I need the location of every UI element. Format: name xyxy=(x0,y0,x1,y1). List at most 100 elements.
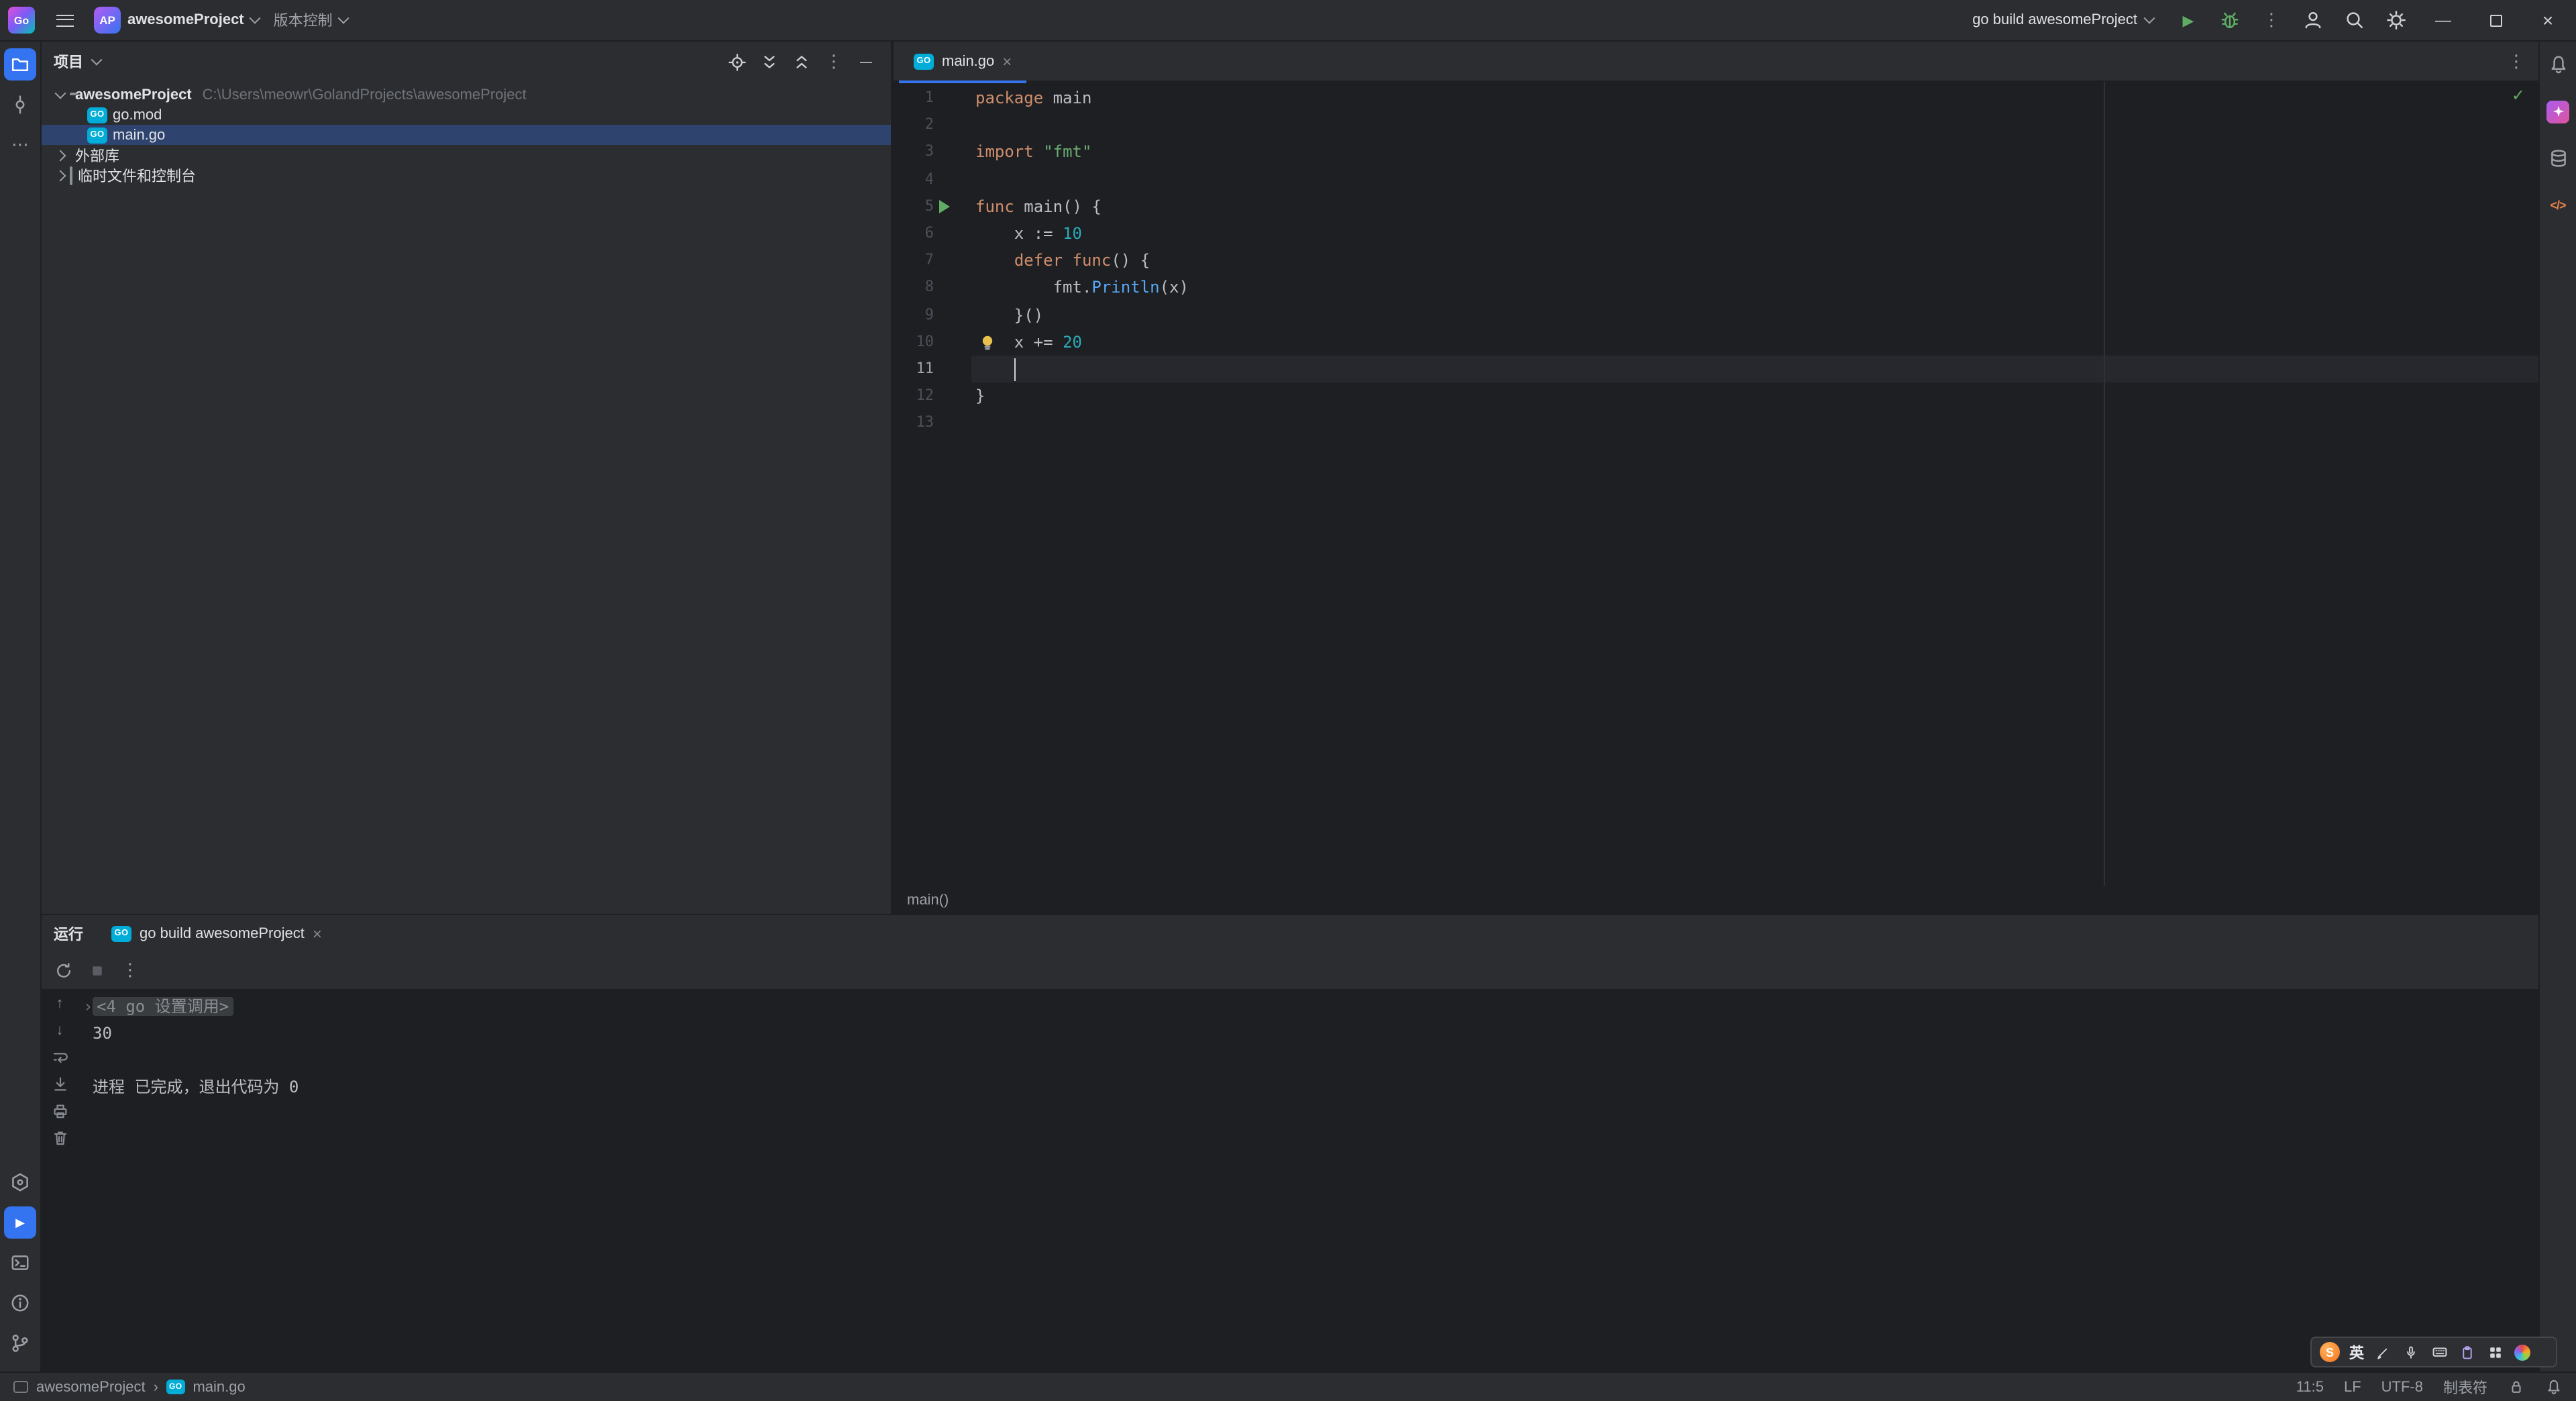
chevron-down-icon[interactable] xyxy=(91,54,103,66)
tab-options-button[interactable]: ⋮ xyxy=(2508,50,2525,72)
line-number-11[interactable]: 11 xyxy=(894,356,934,382)
inspections-status-icon[interactable]: ✓ xyxy=(2512,86,2525,105)
line-number-1[interactable]: 1 xyxy=(894,85,934,111)
code-line-1[interactable]: package main xyxy=(975,85,2538,111)
search-everywhere-button[interactable] xyxy=(2340,5,2369,35)
code-with-me-button[interactable] xyxy=(2298,5,2328,35)
code-line-6[interactable]: x := 10 xyxy=(975,220,2538,247)
version-control-tool-button[interactable] xyxy=(4,1327,36,1359)
tree-item-main.go[interactable]: GO main.go xyxy=(42,125,891,145)
ime-apps-button[interactable] xyxy=(2486,1343,2505,1361)
run-config-selector[interactable]: go build awesomeProject xyxy=(1972,12,2155,28)
code-line-11[interactable] xyxy=(975,356,2538,382)
run-button[interactable]: ▶ xyxy=(2174,5,2203,35)
print-button[interactable] xyxy=(50,1102,69,1121)
prev-occurrence-button[interactable]: ↑ xyxy=(50,994,69,1013)
ai-assistant-button[interactable] xyxy=(2543,97,2573,126)
ime-voice-button[interactable] xyxy=(2402,1343,2420,1361)
database-button[interactable] xyxy=(2543,144,2573,173)
code-line-10[interactable]: x += 20 xyxy=(975,328,2538,355)
line-number-8[interactable]: 8 xyxy=(894,274,934,301)
chevron-right-icon[interactable] xyxy=(51,149,70,161)
rerun-button[interactable] xyxy=(50,957,76,984)
debug-button[interactable] xyxy=(2215,5,2245,35)
scroll-to-end-button[interactable] xyxy=(50,1075,69,1094)
collapse-all-button[interactable] xyxy=(789,49,814,74)
vcs-widget[interactable]: 版本控制 xyxy=(274,9,350,31)
code-line-8[interactable]: fmt.Println(x) xyxy=(975,274,2538,301)
fold-expander-icon[interactable]: › xyxy=(83,993,93,1020)
problems-tool-button[interactable] xyxy=(4,1287,36,1319)
status-file[interactable]: main.go xyxy=(193,1379,245,1395)
tree-item-外部库[interactable]: 外部库 xyxy=(42,145,891,165)
stop-button[interactable] xyxy=(83,957,110,984)
run-tool-button[interactable]: ▶ xyxy=(4,1206,36,1239)
line-number-13[interactable]: 13 xyxy=(894,410,934,437)
line-number-9[interactable]: 9 xyxy=(894,301,934,328)
code-line-2[interactable] xyxy=(975,111,2538,138)
run-gutter-icon[interactable] xyxy=(939,199,950,213)
run-tab-close-icon[interactable]: × xyxy=(313,924,322,943)
code-line-12[interactable]: } xyxy=(975,382,2538,409)
code-line-9[interactable]: }() xyxy=(975,301,2538,328)
soft-wrap-button[interactable] xyxy=(50,1048,69,1067)
maximize-button[interactable] xyxy=(2475,0,2516,41)
line-number-4[interactable]: 4 xyxy=(894,166,934,193)
expand-all-button[interactable] xyxy=(757,49,782,74)
tree-item-go.mod[interactable]: GO go.mod xyxy=(42,105,891,125)
code-line-4[interactable] xyxy=(975,166,2538,193)
code-editor[interactable]: 1 2 3 4 5 6 7 8 9 10 11 12 13 package main import "fm… xyxy=(894,82,2538,886)
main-menu-button[interactable] xyxy=(50,5,79,35)
readonly-toggle[interactable] xyxy=(2508,1378,2525,1396)
code-line-5[interactable]: func main() { xyxy=(975,193,2538,220)
close-button[interactable]: × xyxy=(2528,0,2568,41)
terminal-tool-button[interactable] xyxy=(4,1247,36,1279)
console-options-button[interactable]: ⋮ xyxy=(117,957,144,984)
line-number-3[interactable]: 3 xyxy=(894,139,934,166)
clear-all-button[interactable] xyxy=(50,1129,69,1147)
status-project[interactable]: awesomeProject xyxy=(36,1379,146,1395)
run-tab[interactable]: GO go build awesomeProject × xyxy=(111,924,322,943)
commit-tool-button[interactable] xyxy=(4,89,36,121)
more-actions-button[interactable]: ⋮ xyxy=(2257,5,2286,35)
line-separator-widget[interactable]: LF xyxy=(2344,1379,2361,1395)
line-number-12[interactable]: 12 xyxy=(894,382,934,409)
ime-toolbox-icon[interactable] xyxy=(2514,1344,2530,1360)
code-line-3[interactable]: import "fmt" xyxy=(975,139,2538,166)
tree-item-awesomeProject[interactable]: awesomeProject C:\Users\meowr\GolandProje… xyxy=(42,85,891,105)
ime-clipboard-button[interactable] xyxy=(2458,1343,2477,1361)
run-console[interactable]: ↑ ↓ › <4 go 设置调用> 30 进程 已完成，退出代码为 0 xyxy=(42,989,2538,1371)
line-number-7[interactable]: 7 xyxy=(894,247,934,274)
line-number-2[interactable]: 2 xyxy=(894,111,934,138)
line-number-6[interactable]: 6 xyxy=(894,220,934,247)
tree-item-临时文件和控制台[interactable]: 临时文件和控制台 xyxy=(42,165,891,185)
tab-main-go[interactable]: GO main.go × xyxy=(899,41,1027,83)
tab-close-icon[interactable]: × xyxy=(1002,52,1012,70)
folded-console-text[interactable]: <4 go 设置调用> xyxy=(93,997,233,1016)
more-tool-windows-button[interactable]: ⋯ xyxy=(4,129,36,161)
code-tool-button[interactable]: </> xyxy=(2543,191,2573,220)
minimize-button[interactable]: — xyxy=(2423,0,2463,41)
project-widget[interactable]: AP awesomeProject xyxy=(94,7,261,34)
services-tool-button[interactable] xyxy=(4,1166,36,1198)
code-line-7[interactable]: defer func() { xyxy=(975,247,2538,274)
encoding-widget[interactable]: UTF-8 xyxy=(2381,1379,2423,1395)
hide-panel-button[interactable]: — xyxy=(853,49,879,74)
project-tool-button[interactable] xyxy=(4,48,36,81)
chevron-down-icon[interactable] xyxy=(51,87,70,99)
notifications-button[interactable] xyxy=(2543,50,2573,79)
select-opened-file-button[interactable] xyxy=(724,49,750,74)
next-occurrence-button[interactable]: ↓ xyxy=(50,1021,69,1040)
settings-button[interactable] xyxy=(2381,5,2411,35)
indent-widget[interactable]: 制表符 xyxy=(2443,1376,2487,1398)
line-number-10[interactable]: 10 xyxy=(894,329,934,356)
project-panel-title[interactable]: 项目 xyxy=(54,51,83,72)
line-number-5[interactable]: 5 xyxy=(894,193,934,220)
breadcrumb-item[interactable]: main() xyxy=(907,892,949,908)
sogou-logo-icon[interactable]: S xyxy=(2320,1342,2340,1362)
ime-pen-button[interactable] xyxy=(2373,1343,2392,1361)
caret-position-widget[interactable]: 11:5 xyxy=(2296,1379,2324,1395)
notifications-status-button[interactable] xyxy=(2545,1378,2563,1396)
panel-options-button[interactable]: ⋮ xyxy=(821,49,847,74)
chevron-right-icon[interactable] xyxy=(51,169,70,181)
